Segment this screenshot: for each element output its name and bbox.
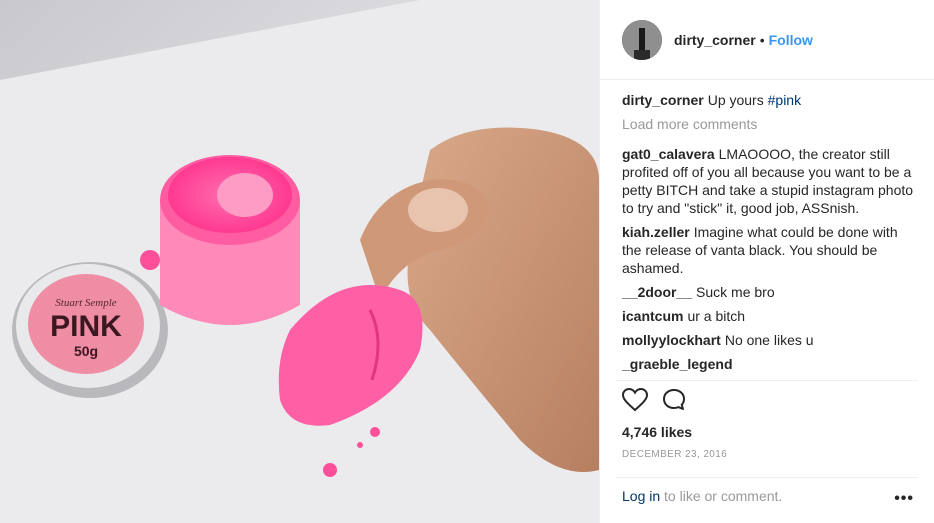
caption-hashtag[interactable]: #pink [768, 92, 801, 108]
comment-username[interactable]: __2door__ [622, 284, 692, 300]
load-more-comments-button[interactable]: Load more comments [622, 115, 914, 133]
header-separator: • [759, 31, 765, 48]
caption: dirty_corner Up yours #pink [622, 91, 914, 109]
avatar-image [622, 19, 662, 60]
comment-username[interactable]: _graeble_legend [622, 356, 733, 372]
post-sidebar: dirty_corner • Follow dirty_corner Up you… [599, 0, 934, 523]
comment: _graeble_legend [622, 355, 914, 373]
divider [616, 380, 918, 381]
comment-username[interactable]: gat0_calavera [622, 146, 715, 162]
comment-username[interactable]: mollyylockhart [622, 332, 721, 348]
post-header: dirty_corner • Follow [600, 0, 934, 80]
comment-icon[interactable] [662, 388, 688, 417]
post-photo[interactable]: Stuart Semple PINK 50g [0, 0, 599, 523]
comments-list[interactable]: dirty_corner Up yours #pink Load more com… [600, 81, 934, 379]
comment: icantcum ur a bitch [622, 307, 914, 325]
photo-illustration: Stuart Semple PINK 50g [0, 0, 599, 523]
comment-text: No one likes u [724, 332, 814, 348]
comment: gat0_calavera LMAOOOO, the creator still … [622, 145, 914, 217]
comment: __2door__ Suck me bro [622, 283, 914, 301]
login-text: to like or comment. [664, 488, 783, 504]
comment-text: Suck me bro [696, 284, 775, 300]
divider [616, 477, 918, 478]
comment-username[interactable]: kiah.zeller [622, 224, 690, 240]
header-username[interactable]: dirty_corner [674, 32, 756, 48]
caption-text: Up yours [707, 92, 764, 108]
login-prompt: Log in to like or comment. [622, 488, 782, 504]
comment-text: ur a bitch [687, 308, 746, 324]
lid-weight-text: 50g [74, 343, 98, 359]
post-actions [621, 387, 688, 417]
follow-button[interactable]: Follow [769, 32, 813, 48]
lid-brand-text: Stuart Semple [55, 297, 117, 309]
lid-pink-text: PINK [50, 310, 122, 343]
comment: kiah.zeller Imagine what could be done wi… [622, 223, 914, 277]
caption-username[interactable]: dirty_corner [622, 92, 704, 108]
heart-icon[interactable] [621, 387, 649, 417]
like-count[interactable]: 4,746 likes [622, 424, 692, 440]
post-date: DECEMBER 23, 2016 [622, 449, 728, 460]
login-link[interactable]: Log in [622, 488, 660, 504]
more-options-button[interactable]: ••• [894, 490, 914, 508]
comment: mollyylockhart No one likes u [622, 331, 914, 349]
avatar[interactable] [622, 19, 662, 60]
comment-username[interactable]: icantcum [622, 308, 683, 324]
instagram-post: Stuart Semple PINK 50g dirty_corner • Fo… [0, 0, 934, 523]
